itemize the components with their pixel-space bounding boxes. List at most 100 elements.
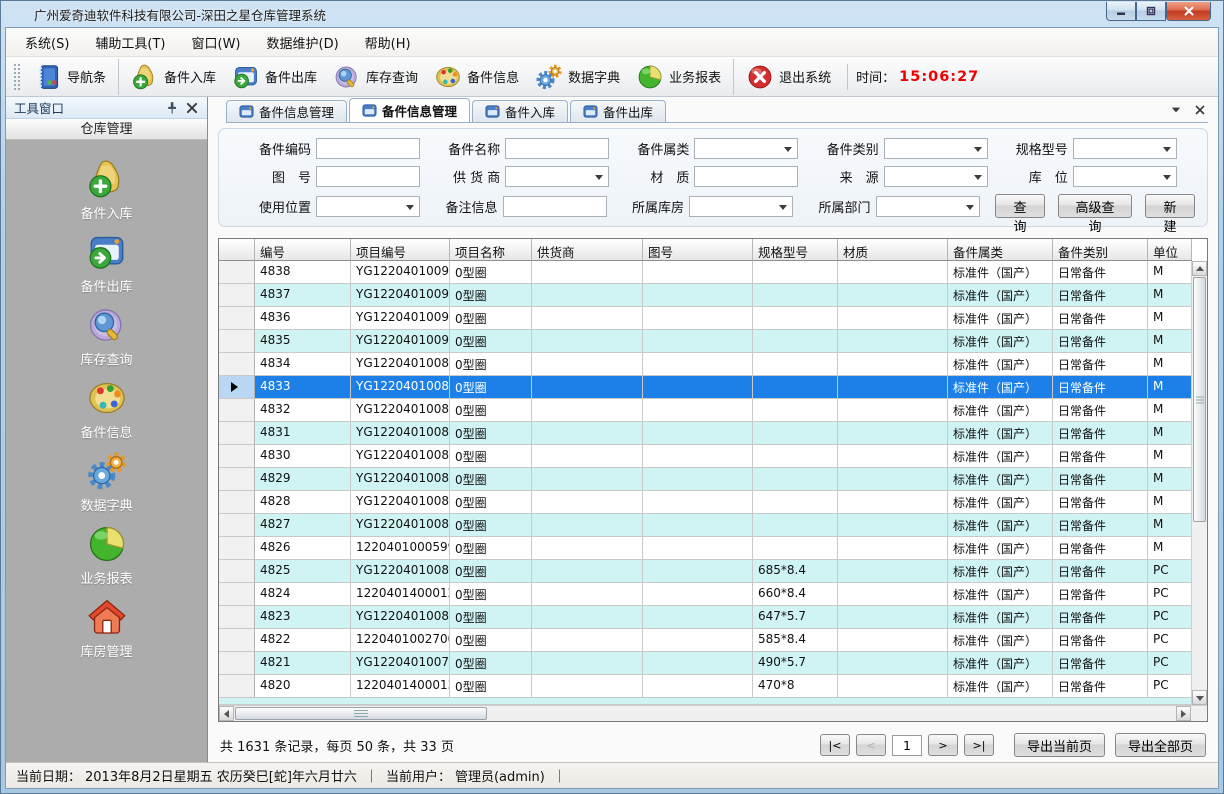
close-dark-icon[interactable]: [185, 101, 199, 115]
row-indicator[interactable]: [219, 353, 255, 376]
table-cell[interactable]: YG12204010087: [351, 399, 450, 422]
column-header[interactable]: 单位: [1148, 239, 1192, 261]
table-cell[interactable]: YG12204010085: [351, 445, 450, 468]
field-input[interactable]: [505, 138, 609, 159]
table-cell[interactable]: 标准件（国产）: [948, 514, 1053, 537]
row-indicator[interactable]: [219, 583, 255, 606]
table-cell[interactable]: 4820: [255, 675, 351, 698]
table-cell[interactable]: 0型圈: [450, 537, 532, 560]
table-cell[interactable]: 470*8: [753, 675, 838, 698]
table-cell[interactable]: YG12204010081: [351, 560, 450, 583]
table-cell[interactable]: 1220401400013: [351, 675, 450, 698]
table-cell[interactable]: [643, 307, 753, 330]
table-cell[interactable]: [838, 537, 948, 560]
next-page-button[interactable]: >: [928, 734, 958, 756]
table-cell[interactable]: [643, 422, 753, 445]
table-row[interactable]: 4823YG122040100800型圈647*5.7标准件（国产）日常备件PC: [219, 606, 1207, 629]
sidebar-item[interactable]: 数据字典: [47, 450, 167, 514]
table-cell[interactable]: [753, 353, 838, 376]
table-row[interactable]: 4827YG122040100820型圈标准件（国产）日常备件M: [219, 514, 1207, 537]
table-cell[interactable]: 585*8.4: [753, 629, 838, 652]
table-cell[interactable]: M: [1148, 422, 1192, 445]
row-indicator[interactable]: [219, 606, 255, 629]
table-cell[interactable]: [643, 468, 753, 491]
table-cell[interactable]: [643, 652, 753, 675]
table-cell[interactable]: YG12204010093: [351, 261, 450, 284]
table-cell[interactable]: 标准件（国产）: [948, 445, 1053, 468]
table-cell[interactable]: 4832: [255, 399, 351, 422]
table-cell[interactable]: 标准件（国产）: [948, 560, 1053, 583]
scroll-left-arrow[interactable]: [219, 706, 234, 721]
table-cell[interactable]: M: [1148, 353, 1192, 376]
table-cell[interactable]: [532, 261, 643, 284]
row-indicator[interactable]: [219, 468, 255, 491]
field-input[interactable]: [694, 166, 798, 187]
table-row[interactable]: 4831YG122040100860型圈标准件（国产）日常备件M: [219, 422, 1207, 445]
table-cell[interactable]: [838, 468, 948, 491]
row-indicator[interactable]: [219, 445, 255, 468]
table-cell[interactable]: [838, 284, 948, 307]
table-cell[interactable]: YG12204010088: [351, 376, 450, 399]
table-cell[interactable]: 4836: [255, 307, 351, 330]
table-cell[interactable]: [838, 629, 948, 652]
table-cell[interactable]: 0型圈: [450, 514, 532, 537]
table-cell[interactable]: 490*5.7: [753, 652, 838, 675]
table-cell[interactable]: [643, 330, 753, 353]
table-cell[interactable]: [643, 491, 753, 514]
table-cell[interactable]: YG12204010080: [351, 606, 450, 629]
table-cell[interactable]: M: [1148, 491, 1192, 514]
table-cell[interactable]: PC: [1148, 675, 1192, 698]
row-indicator[interactable]: [219, 560, 255, 583]
table-cell[interactable]: 0型圈: [450, 629, 532, 652]
table-row[interactable]: 4821YG122040100790型圈490*5.7标准件（国产）日常备件PC: [219, 652, 1207, 675]
table-cell[interactable]: M: [1148, 468, 1192, 491]
field-input[interactable]: [316, 138, 420, 159]
table-cell[interactable]: [753, 307, 838, 330]
table-cell[interactable]: 4827: [255, 514, 351, 537]
table-cell[interactable]: YG12204010084: [351, 468, 450, 491]
table-cell[interactable]: 标准件（国产）: [948, 422, 1053, 445]
table-cell[interactable]: [753, 376, 838, 399]
table-cell[interactable]: 0型圈: [450, 376, 532, 399]
table-cell[interactable]: YG12204010086: [351, 422, 450, 445]
scroll-right-arrow[interactable]: [1176, 706, 1191, 721]
table-cell[interactable]: [643, 445, 753, 468]
row-indicator[interactable]: [219, 675, 255, 698]
table-cell[interactable]: 标准件（国产）: [948, 307, 1053, 330]
field-input[interactable]: [884, 166, 988, 187]
table-cell[interactable]: [838, 330, 948, 353]
row-indicator[interactable]: [219, 307, 255, 330]
table-cell[interactable]: [838, 560, 948, 583]
table-cell[interactable]: 4826: [255, 537, 351, 560]
field-input[interactable]: [503, 196, 607, 217]
table-cell[interactable]: YG12204010089: [351, 353, 450, 376]
table-cell[interactable]: [838, 307, 948, 330]
table-cell[interactable]: 日常备件: [1053, 376, 1148, 399]
table-row[interactable]: 482012204014000130型圈470*8标准件（国产）日常备件PC: [219, 675, 1207, 698]
field-input[interactable]: [316, 196, 420, 217]
table-cell[interactable]: 日常备件: [1053, 560, 1148, 583]
table-cell[interactable]: 标准件（国产）: [948, 675, 1053, 698]
field-input[interactable]: [1073, 138, 1177, 159]
table-cell[interactable]: YG12204010090: [351, 330, 450, 353]
table-cell[interactable]: 4833: [255, 376, 351, 399]
horizontal-scroll-thumb[interactable]: [235, 707, 487, 720]
table-cell[interactable]: 0型圈: [450, 284, 532, 307]
vertical-scrollbar[interactable]: [1191, 261, 1207, 705]
table-cell[interactable]: [838, 376, 948, 399]
field-input[interactable]: [689, 196, 793, 217]
table-cell[interactable]: PC: [1148, 652, 1192, 675]
table-cell[interactable]: 标准件（国产）: [948, 629, 1053, 652]
table-cell[interactable]: [753, 284, 838, 307]
toolbar-grip[interactable]: [14, 64, 22, 90]
table-cell[interactable]: PC: [1148, 560, 1192, 583]
table-cell[interactable]: [532, 307, 643, 330]
table-cell[interactable]: [532, 537, 643, 560]
table-cell[interactable]: [753, 491, 838, 514]
table-row[interactable]: 4834YG122040100890型圈标准件（国产）日常备件M: [219, 353, 1207, 376]
table-row[interactable]: 4828YG122040100830型圈标准件（国产）日常备件M: [219, 491, 1207, 514]
prev-page-button[interactable]: <: [856, 734, 886, 756]
table-cell[interactable]: 日常备件: [1053, 652, 1148, 675]
sidebar-item[interactable]: 库房管理: [47, 596, 167, 660]
column-header[interactable]: 供货商: [532, 239, 643, 261]
